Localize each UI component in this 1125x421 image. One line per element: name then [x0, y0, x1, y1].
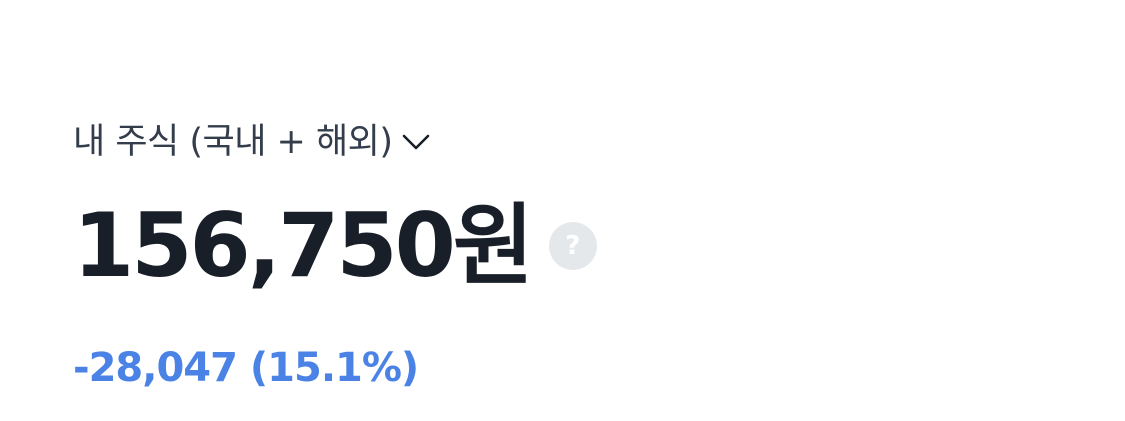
question-mark-icon[interactable]: ?	[548, 222, 597, 270]
account-selector[interactable]: 내 주식 (국내 + 해외)	[73, 118, 431, 166]
chevron-down-icon[interactable]	[401, 127, 431, 157]
portfolio-summary-card: 내 주식 (국내 + 해외) 156,750원 ? -28,047 (15.1%…	[73, 0, 1125, 421]
profit-loss-change: -28,047 (15.1%)	[73, 345, 419, 391]
help-glyph: ?	[565, 231, 581, 261]
balance-row: 156,750원 ?	[73, 196, 597, 296]
account-selector-label: 내 주식 (국내 + 해외)	[73, 122, 393, 162]
total-value: 156,750원	[73, 194, 534, 297]
